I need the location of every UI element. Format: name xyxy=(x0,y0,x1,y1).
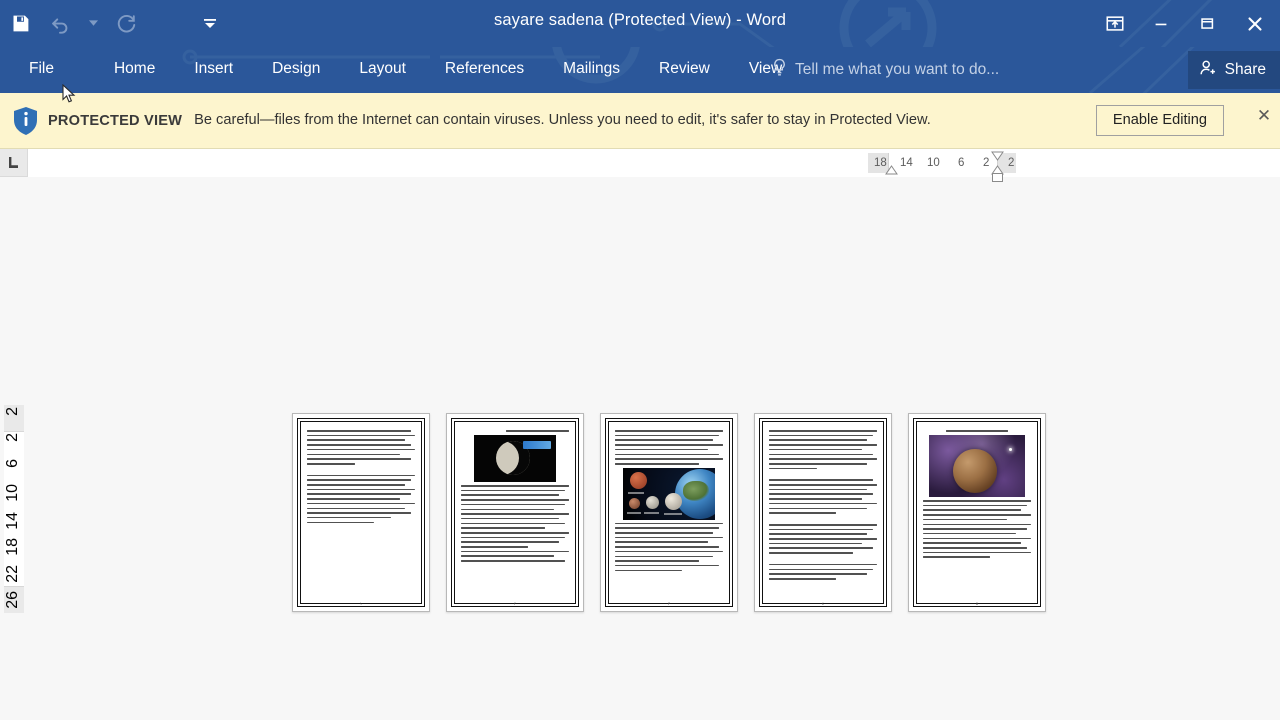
window-controls xyxy=(1092,0,1280,47)
vruler-num-6: 6 xyxy=(4,459,21,468)
hruler-num-10: 10 xyxy=(927,157,940,169)
tab-references[interactable]: References xyxy=(430,54,539,86)
page-thumbnails: ١ ٢ ٣ ٤ ٥ xyxy=(292,413,1046,612)
title-bar: sayare sadena (Protected View) - Word xyxy=(0,0,1280,47)
page-4-content xyxy=(759,418,887,607)
vruler-num-18: 18 xyxy=(4,538,21,556)
lightbulb-icon xyxy=(772,58,787,82)
document-page-5[interactable]: ٥ xyxy=(908,413,1046,612)
tab-home[interactable]: Home xyxy=(99,54,170,86)
vruler-num-10: 10 xyxy=(4,484,21,502)
document-page-2[interactable]: ٢ xyxy=(446,413,584,612)
share-label: Share xyxy=(1224,61,1266,78)
redo-icon[interactable] xyxy=(106,5,146,43)
page-4-number: ٤ xyxy=(821,601,825,606)
tab-mailings[interactable]: Mailings xyxy=(548,54,635,86)
hruler-num-14: 14 xyxy=(900,157,913,169)
vruler-num-26: 26 xyxy=(4,591,21,609)
left-indent-box-marker[interactable] xyxy=(992,173,1003,185)
planets-size-comparison-image xyxy=(623,467,715,520)
hruler-num-6: 6 xyxy=(958,157,965,169)
tab-insert[interactable]: Insert xyxy=(179,54,248,86)
page-2-content xyxy=(451,418,579,607)
tab-layout[interactable]: Layout xyxy=(344,54,421,86)
document-page-1[interactable]: ١ xyxy=(292,413,430,612)
tab-file[interactable]: File xyxy=(14,54,69,86)
page-3-content xyxy=(605,418,733,607)
minimize-icon[interactable] xyxy=(1138,2,1184,46)
page-2-number: ٢ xyxy=(513,601,517,606)
vruler-num-2a: 2 xyxy=(4,407,21,416)
ruler-row: 18 14 10 6 2 2 xyxy=(0,149,1280,182)
vertical-ruler[interactable]: 2 2 6 10 14 18 22 26 xyxy=(4,405,24,613)
page-5-number: ٥ xyxy=(975,601,979,606)
hruler-num-2b: 2 xyxy=(1008,157,1015,169)
document-page-3[interactable]: ٣ xyxy=(600,413,738,612)
vruler-num-2b: 2 xyxy=(4,433,21,442)
document-workspace[interactable]: 2 2 6 10 14 18 22 26 ١ ٢ ٣ ٤ ٥ xyxy=(0,177,1280,720)
ribbon-tab-bar: File Home Insert Design Layout Reference… xyxy=(0,47,1280,93)
ribbon-tabs: File Home Insert Design Layout Reference… xyxy=(0,47,806,93)
enable-editing-button[interactable]: Enable Editing xyxy=(1095,105,1224,136)
hanging-indent-marker[interactable] xyxy=(991,151,1004,164)
tab-review[interactable]: Review xyxy=(644,54,725,86)
tell-me-placeholder: Tell me what you want to do... xyxy=(795,61,1000,78)
undo-icon[interactable] xyxy=(40,5,80,43)
vruler-num-14: 14 xyxy=(4,512,21,530)
shield-info-icon xyxy=(8,106,44,136)
protected-view-label: PROTECTED VIEW xyxy=(48,112,183,129)
page-3-number: ٣ xyxy=(667,601,671,606)
vruler-text-area xyxy=(4,431,24,587)
vruler-num-22: 22 xyxy=(4,565,21,583)
undo-dropdown-icon[interactable] xyxy=(80,5,106,43)
protected-view-bar: PROTECTED VIEW Be careful—files from the… xyxy=(0,93,1280,149)
page-1-number: ١ xyxy=(359,601,363,606)
close-icon[interactable] xyxy=(1230,2,1280,46)
tab-design[interactable]: Design xyxy=(257,54,335,86)
tab-stop-selector[interactable] xyxy=(0,149,28,177)
tell-me-search[interactable]: Tell me what you want to do... xyxy=(772,47,999,93)
page-1-content xyxy=(297,418,425,607)
first-line-indent-marker[interactable] xyxy=(885,165,898,178)
save-icon[interactable] xyxy=(0,5,40,43)
hruler-num-2a: 2 xyxy=(983,157,990,169)
page-5-content xyxy=(913,418,1041,607)
quick-access-toolbar xyxy=(0,0,230,47)
mouse-cursor xyxy=(62,84,76,103)
horizontal-ruler[interactable]: 18 14 10 6 2 2 xyxy=(868,151,1016,182)
crescent-moon-image xyxy=(474,434,556,482)
share-person-icon xyxy=(1198,59,1218,82)
protected-view-message: Be careful—files from the Internet can c… xyxy=(194,112,931,129)
left-tab-icon xyxy=(9,157,18,168)
customize-qat-icon[interactable] xyxy=(190,5,230,43)
share-button[interactable]: Share xyxy=(1187,51,1280,89)
document-page-4[interactable]: ٤ xyxy=(754,413,892,612)
ribbon-display-options-icon[interactable] xyxy=(1092,2,1138,46)
purple-nebula-planet-image xyxy=(929,434,1025,497)
close-protected-view-bar-icon[interactable]: ✕ xyxy=(1253,107,1275,124)
restore-icon[interactable] xyxy=(1184,2,1230,46)
